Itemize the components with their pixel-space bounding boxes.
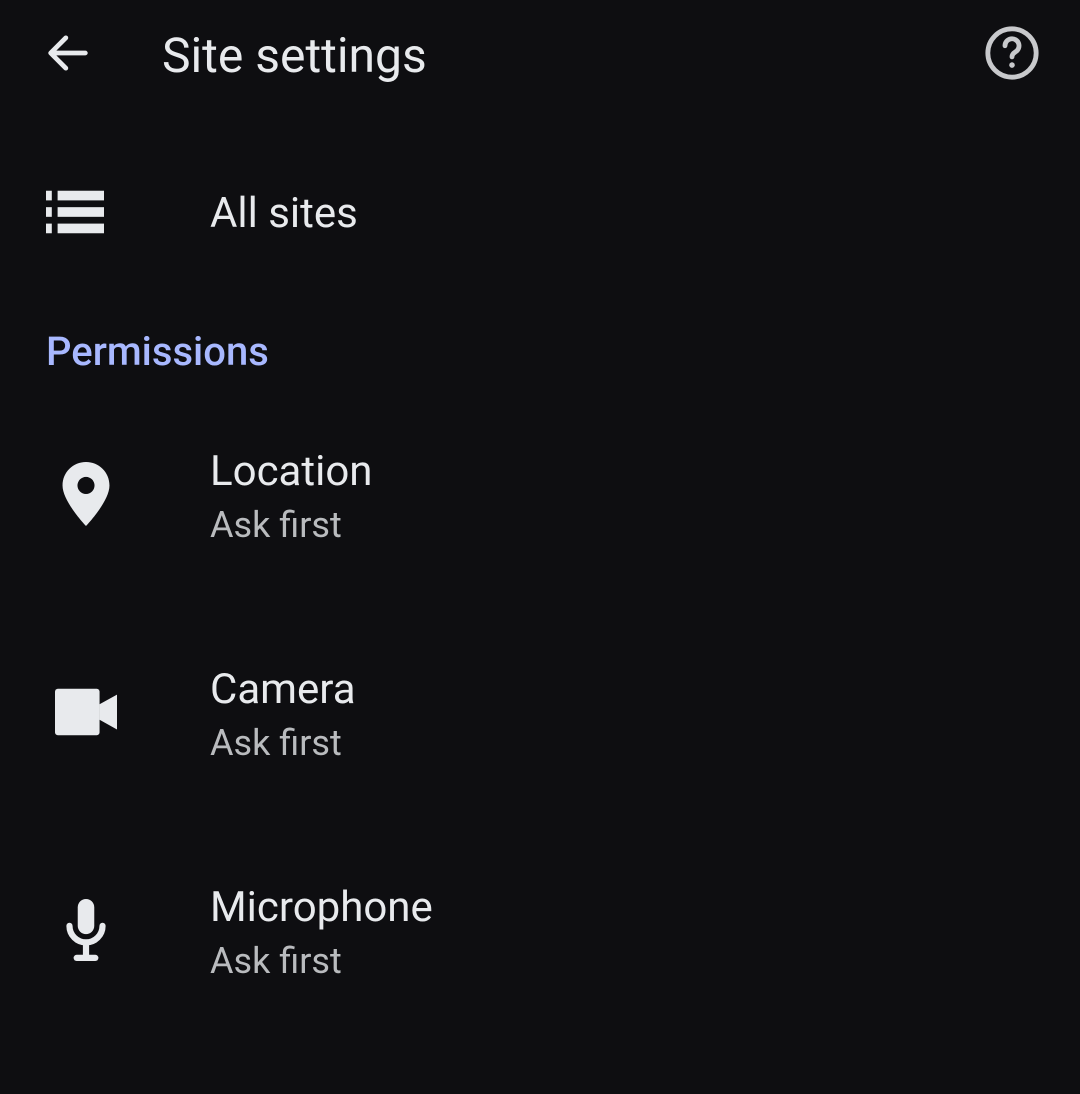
microphone-status: Ask first: [210, 940, 433, 982]
back-button[interactable]: [36, 23, 100, 87]
header-bar: Site settings: [0, 0, 1080, 110]
help-button[interactable]: [980, 23, 1044, 87]
permissions-section-header: Permissions: [0, 294, 1080, 387]
camera-icon-container: [46, 674, 126, 754]
all-sites-item[interactable]: All sites: [0, 134, 1080, 294]
location-status: Ask first: [210, 504, 373, 546]
microphone-label: Microphone: [210, 882, 433, 935]
location-content: Location Ask first: [210, 446, 373, 547]
camera-status: Ask first: [210, 722, 356, 764]
location-label: Location: [210, 446, 373, 499]
arrow-left-icon: [42, 27, 94, 83]
microphone-icon: [61, 899, 111, 965]
microphone-icon-container: [46, 892, 126, 972]
all-sites-content: All sites: [210, 188, 358, 241]
location-icon-container: [46, 456, 126, 536]
all-sites-label: All sites: [210, 188, 358, 241]
permission-item-microphone[interactable]: Microphone Ask first: [0, 823, 1080, 1041]
microphone-content: Microphone Ask first: [210, 882, 433, 983]
page-title: Site settings: [162, 27, 980, 84]
list-icon-container: [46, 182, 126, 246]
camera-icon: [55, 688, 117, 740]
help-icon: [983, 24, 1041, 86]
camera-content: Camera Ask first: [210, 664, 356, 765]
permission-item-location[interactable]: Location Ask first: [0, 387, 1080, 605]
camera-label: Camera: [210, 664, 356, 717]
permission-item-camera[interactable]: Camera Ask first: [0, 605, 1080, 823]
location-icon: [60, 462, 112, 530]
list-icon: [46, 190, 104, 238]
